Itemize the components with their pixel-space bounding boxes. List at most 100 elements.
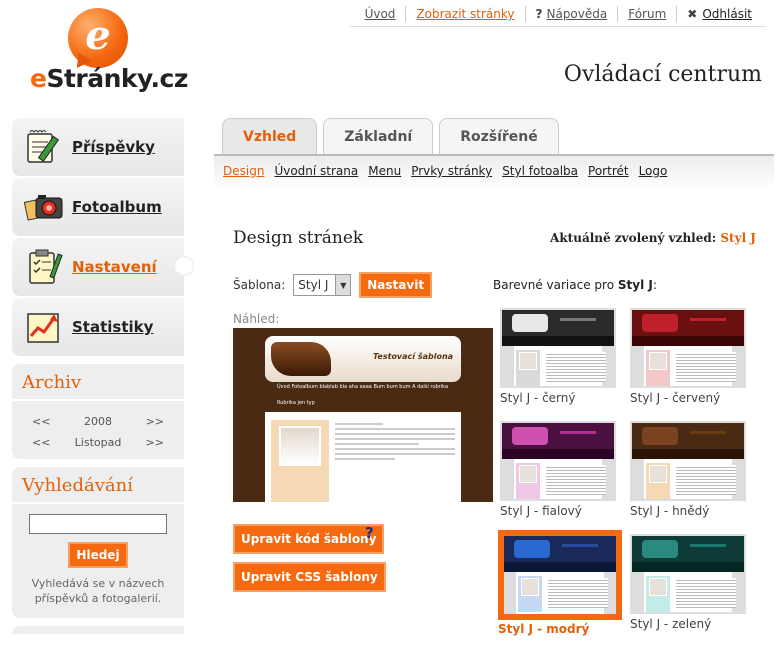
archive-year: 2008 (84, 415, 112, 428)
estranky-logo[interactable]: e eStránky.cz (30, 8, 188, 98)
logo-e-letter: e (85, 12, 111, 59)
sidebar-item-prispevky[interactable]: Příspěvky (12, 118, 184, 176)
search-box: Vyhledávání Hledej Vyhledává se v názvec… (12, 467, 184, 618)
template-select-value: Styl J (298, 278, 329, 292)
subnav-design[interactable]: Design (223, 164, 264, 178)
variant-thumbnail (630, 421, 746, 501)
variant-name[interactable]: Styl J - zelený (630, 617, 750, 631)
archive-box: Archiv << 2008 >> << Listopad >> (12, 364, 184, 459)
template-preview: Testovací šablona Úvod Fotoalbum blablab… (233, 328, 493, 502)
variant-5[interactable]: Styl J - zelený (630, 534, 750, 631)
variant-thumbnail (498, 530, 622, 620)
variant-name[interactable]: Styl J - hnědý (630, 504, 750, 518)
archive-month: Listopad (74, 436, 122, 449)
variant-thumbnail (500, 421, 616, 501)
tab-rozsirene[interactable]: Rozšířené (439, 118, 559, 154)
archive-year-prev[interactable]: << (32, 415, 50, 428)
subnav-portret[interactable]: Portrét (588, 164, 629, 178)
sidebar-item-label: Příspěvky (72, 138, 155, 156)
search-title: Vyhledávání (12, 467, 184, 504)
sidebar-item-label: Fotoalbum (72, 198, 162, 216)
chart-arrow-icon (22, 307, 66, 347)
sidebar-bottom-box (12, 626, 184, 634)
notepad-pencil-icon (22, 127, 66, 167)
search-input[interactable] (29, 514, 167, 534)
uvod-link[interactable]: Úvod (365, 7, 396, 21)
logout-link[interactable]: Odhlásit (702, 7, 752, 21)
archive-month-prev[interactable]: << (32, 436, 50, 449)
variant-name[interactable]: Styl J - modrý (498, 622, 618, 636)
help-question-icon: ? (535, 7, 543, 21)
settings-tabs: Vzhled Základní Rozšířené (222, 118, 565, 154)
variants-label-prefix: Barevné variace pro (493, 278, 615, 292)
preview-body (265, 412, 461, 502)
archive-year-next[interactable]: >> (146, 415, 164, 428)
edit-css-wrapper: Upravit CSS šablony (233, 562, 386, 592)
help-icon[interactable]: ? (365, 524, 374, 542)
sidebar-item-label: Statistiky (72, 318, 154, 336)
sidebar-item-nastaveni[interactable]: Nastavení (12, 238, 194, 296)
current-style-label: Aktuálně zvolený vzhled: (550, 231, 717, 245)
edit-template-css-button[interactable]: Upravit CSS šablony (233, 562, 386, 592)
subnav-logo[interactable]: Logo (639, 164, 668, 178)
subnav-prvky-stranky[interactable]: Prvky stránky (411, 164, 492, 178)
preview-sidebar (271, 420, 329, 502)
current-style-value: Styl J (720, 231, 756, 245)
sidebar-item-label: Nastavení (72, 258, 157, 276)
preview-portrait (279, 426, 321, 466)
logo-wordmark-rest: Stránky.cz (46, 64, 188, 93)
tab-zakladni[interactable]: Základní (323, 118, 434, 154)
sidebar-item-fotoalbum[interactable]: Fotoalbum (12, 178, 184, 236)
template-row: Šablona: Styl J ▼ Nastavit (233, 272, 433, 298)
sidebar: Příspěvky Fotoalbum Nastavení Statistiky… (12, 118, 194, 634)
top-nav-divider (350, 26, 766, 27)
sub-navigation: Design Úvodní strana Menu Prvky stránky … (214, 154, 774, 186)
subnav-uvodni-strana[interactable]: Úvodní strana (274, 164, 358, 178)
chevron-down-icon: ▼ (335, 275, 351, 295)
subnav-styl-fotoalba[interactable]: Styl fotoalba (502, 164, 578, 178)
page-title: Ovládací centrum (563, 62, 762, 87)
preview-label: Náhled: (233, 312, 280, 326)
preview-text (335, 420, 455, 460)
subnav-menu[interactable]: Menu (368, 164, 401, 178)
search-note: Vyhledává se v názvech příspěvků a fotog… (31, 577, 165, 605)
variants-label-suffix: : (652, 278, 657, 292)
variant-4[interactable]: Styl J - modrý (498, 530, 622, 636)
variant-3[interactable]: Styl J - hnědý (630, 421, 750, 518)
preview-menu: Úvod Fotoalbum blablab bla aha aaaa Bum … (277, 384, 449, 390)
preview-site-title: Testovací šablona (373, 352, 454, 361)
variant-1[interactable]: Styl J - červený (630, 308, 750, 405)
clipboard-checklist-icon (22, 247, 66, 287)
current-style: Aktuálně zvolený vzhled: Styl J (550, 231, 756, 245)
edit-template-code-button[interactable]: Upravit kód šablony (233, 524, 385, 554)
search-button[interactable]: Hledej (68, 542, 128, 568)
forum-link[interactable]: Fórum (628, 7, 666, 21)
variant-thumbnail (630, 534, 746, 614)
photo-camera-icon (22, 187, 66, 227)
variant-2[interactable]: Styl J - fialový (500, 421, 620, 518)
variant-name[interactable]: Styl J - fialový (500, 504, 620, 518)
tab-vzhled[interactable]: Vzhled (222, 118, 318, 154)
preview-sub: Rubrika jen typ (277, 400, 315, 406)
logout-x-icon: ✖ (687, 7, 698, 21)
template-label: Šablona: (233, 278, 286, 292)
view-site-link[interactable]: Zobrazit stránky (416, 7, 514, 21)
variants-label-name: Styl J (617, 278, 653, 292)
variants-label: Barevné variace pro Styl J: (493, 278, 657, 292)
top-navigation: Úvod Zobrazit stránky ? Nápověda Fórum ✖ O… (355, 6, 762, 22)
edit-code-wrapper: Upravit kód šablony (233, 524, 385, 554)
help-link[interactable]: Nápověda (546, 7, 607, 21)
preview-header: Testovací šablona (265, 336, 461, 382)
variant-name[interactable]: Styl J - červený (630, 391, 750, 405)
variant-name[interactable]: Styl J - černý (500, 391, 620, 405)
variant-thumbnail (500, 308, 616, 388)
sidebar-item-statistiky[interactable]: Statistiky (12, 298, 184, 356)
template-select[interactable]: Styl J ▼ (293, 274, 352, 296)
variant-0[interactable]: Styl J - černý (500, 308, 620, 405)
section-title: Design stránek (233, 228, 364, 248)
logo-e-icon: e (68, 8, 128, 74)
logo-wordmark-e: e (30, 64, 47, 93)
logo-wordmark: eStránky.cz (30, 64, 188, 93)
archive-month-next[interactable]: >> (146, 436, 164, 449)
set-template-button[interactable]: Nastavit (359, 272, 433, 298)
